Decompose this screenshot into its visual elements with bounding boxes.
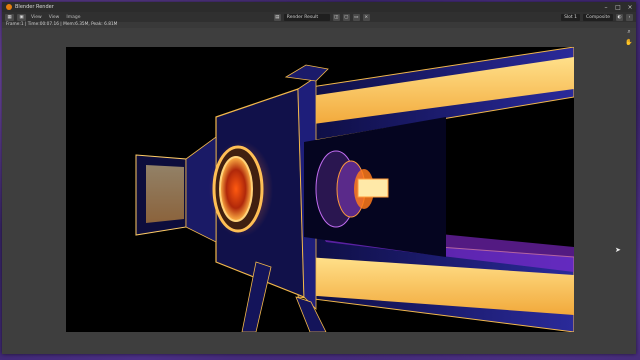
pass-select[interactable]: Composite	[582, 13, 614, 21]
image-name-field[interactable]: Render Result	[283, 13, 330, 21]
unlink-icon[interactable]: ×	[362, 13, 370, 21]
menu-view-2[interactable]: View	[47, 15, 62, 20]
new-image-icon[interactable]: ▢	[342, 13, 350, 21]
maximize-icon[interactable]: □	[612, 2, 624, 12]
render-window: Blender Render – □ × ▦ ▣ View View Image…	[2, 2, 636, 354]
menu-image[interactable]: Image	[64, 15, 82, 20]
close-icon[interactable]: ×	[624, 2, 636, 12]
menu-view[interactable]: View	[29, 15, 44, 20]
sidebar-toggle-icon[interactable]: ‹	[626, 13, 634, 21]
window-title: Blender Render	[15, 4, 54, 10]
blender-icon	[6, 4, 12, 10]
mode-icon[interactable]: ▣	[17, 13, 26, 21]
image-editor-header: ▦ ▣ View View Image ▤ Render Result ◫ ▢ …	[2, 12, 636, 22]
slot-select[interactable]: Slot 1	[561, 13, 580, 21]
zoom-icon[interactable]: ⌕	[625, 28, 633, 36]
mouse-cursor-icon: ➤	[615, 246, 621, 254]
image-browse-icon[interactable]: ▤	[273, 13, 281, 21]
fake-user-icon[interactable]: ◫	[332, 13, 340, 21]
hand-icon[interactable]: ✋	[625, 38, 633, 46]
image-viewport[interactable]: ⌕ ✋	[2, 28, 636, 354]
display-channels-icon[interactable]: ◐	[616, 13, 624, 21]
camera-render-illustration	[135, 47, 574, 332]
render-result-image	[66, 47, 574, 332]
minimize-icon[interactable]: –	[600, 2, 612, 12]
title-bar: Blender Render – □ ×	[2, 2, 636, 12]
viewport-tools: ⌕ ✋	[625, 28, 633, 46]
folder-icon[interactable]: ▭	[352, 13, 360, 21]
editor-type-icon[interactable]: ▦	[5, 13, 14, 21]
